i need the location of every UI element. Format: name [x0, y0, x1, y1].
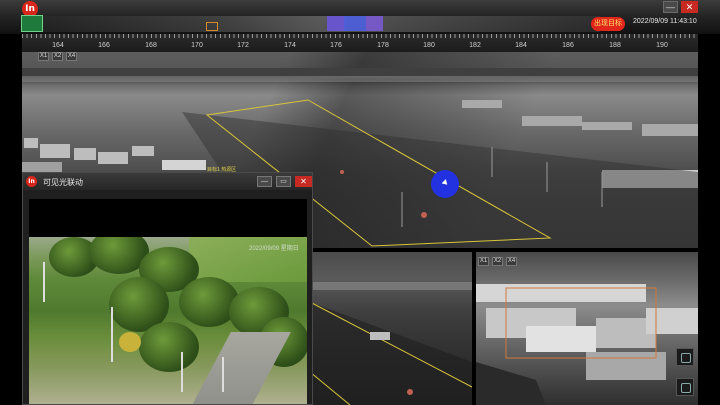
heat-spot: [340, 170, 344, 174]
window-titlebar[interactable]: In 可见光联动 — ▭ ✕: [23, 173, 312, 190]
camera-feed: [29, 237, 307, 404]
panorama-view-marker-1[interactable]: [327, 16, 345, 31]
ruler-label: 184: [515, 42, 527, 49]
thermal-sub-view-left[interactable]: [310, 252, 472, 405]
video-osd-text: 2022/09/09 星期日: [249, 246, 299, 252]
app-logo-icon: In: [26, 176, 37, 187]
restore-button[interactable]: ▭: [276, 176, 291, 187]
zoom-x1-button[interactable]: X1: [38, 52, 49, 61]
zoom-x2-button[interactable]: X2: [492, 257, 503, 266]
zoom-x4-button[interactable]: X4: [506, 257, 517, 266]
building: [24, 138, 38, 148]
ruler-label: 180: [423, 42, 435, 49]
lamp-pole: [111, 307, 113, 362]
visible-light-window[interactable]: In 可见光联动 — ▭ ✕ 2022/09/09 星期日: [22, 172, 313, 405]
panorama-marker-orange[interactable]: [206, 22, 218, 31]
ruler-label: 174: [284, 42, 296, 49]
close-button[interactable]: ✕: [681, 1, 698, 13]
ruler-label: 176: [330, 42, 342, 49]
building: [522, 116, 582, 126]
ruler-label: 164: [52, 42, 64, 49]
road: [183, 332, 291, 404]
ruler-label: 172: [237, 42, 249, 49]
ruler-label: 188: [609, 42, 621, 49]
foreground-trees: [476, 362, 546, 405]
lamp-pole: [181, 352, 183, 392]
zoom-x2-button[interactable]: X2: [52, 52, 63, 61]
panorama-view-marker-2[interactable]: [344, 16, 366, 31]
building: [462, 100, 502, 108]
top-toolbar: In — ✕ 出现目标 2022/09/09 11:43:10: [0, 0, 720, 34]
target-alert-button[interactable]: 出现目标: [591, 17, 625, 31]
ruler-ticks: [22, 34, 698, 38]
building: [22, 162, 62, 172]
left-buildings: [22, 138, 206, 172]
ruler-label: 168: [145, 42, 157, 49]
road-band: [22, 76, 698, 82]
ruler-label: 166: [98, 42, 110, 49]
building: [74, 148, 96, 160]
ruler-label: 190: [656, 42, 668, 49]
azimuth-ruler[interactable]: 164 166 168 170 172 174 176 178 180 182 …: [22, 34, 698, 52]
window-title: 可见光联动: [43, 178, 83, 187]
sub-scene-left: [310, 282, 472, 405]
minimize-button[interactable]: —: [663, 1, 678, 13]
zoom-x4-button[interactable]: X4: [66, 52, 77, 61]
ruler-label: 186: [562, 42, 574, 49]
panorama-strip: [40, 16, 600, 32]
building: [132, 146, 154, 156]
building: [526, 326, 596, 352]
tree: [139, 322, 199, 372]
building: [586, 352, 666, 380]
ruler-label: 170: [191, 42, 203, 49]
building: [476, 284, 646, 302]
sub-scene-right: [476, 284, 698, 405]
side-panel-button-2[interactable]: [676, 378, 694, 396]
building: [40, 144, 70, 158]
heat-spot: [421, 212, 427, 218]
zoom-x1-button[interactable]: X1: [478, 257, 489, 266]
building: [162, 160, 206, 170]
building: [642, 124, 698, 136]
ruler-label: 182: [469, 42, 481, 49]
panorama-view-marker-3[interactable]: [366, 16, 383, 31]
visible-light-video[interactable]: 2022/09/09 星期日: [29, 199, 307, 404]
minimize-button[interactable]: —: [257, 176, 272, 187]
ruler-label: 178: [377, 42, 389, 49]
building: [582, 122, 632, 130]
close-button[interactable]: ✕: [295, 176, 312, 187]
lamp-pole: [222, 357, 224, 392]
thermal-sub-view-right[interactable]: X1 X2 X4: [476, 252, 698, 405]
building: [98, 152, 128, 164]
building: [646, 308, 698, 334]
lamp-pole: [43, 262, 45, 302]
clock-display: 2022/09/09 11:43:10: [633, 18, 697, 25]
yellow-tree: [119, 332, 141, 352]
side-panel-button-1[interactable]: [676, 348, 694, 366]
panorama-thumbnail-green[interactable]: [21, 15, 43, 32]
